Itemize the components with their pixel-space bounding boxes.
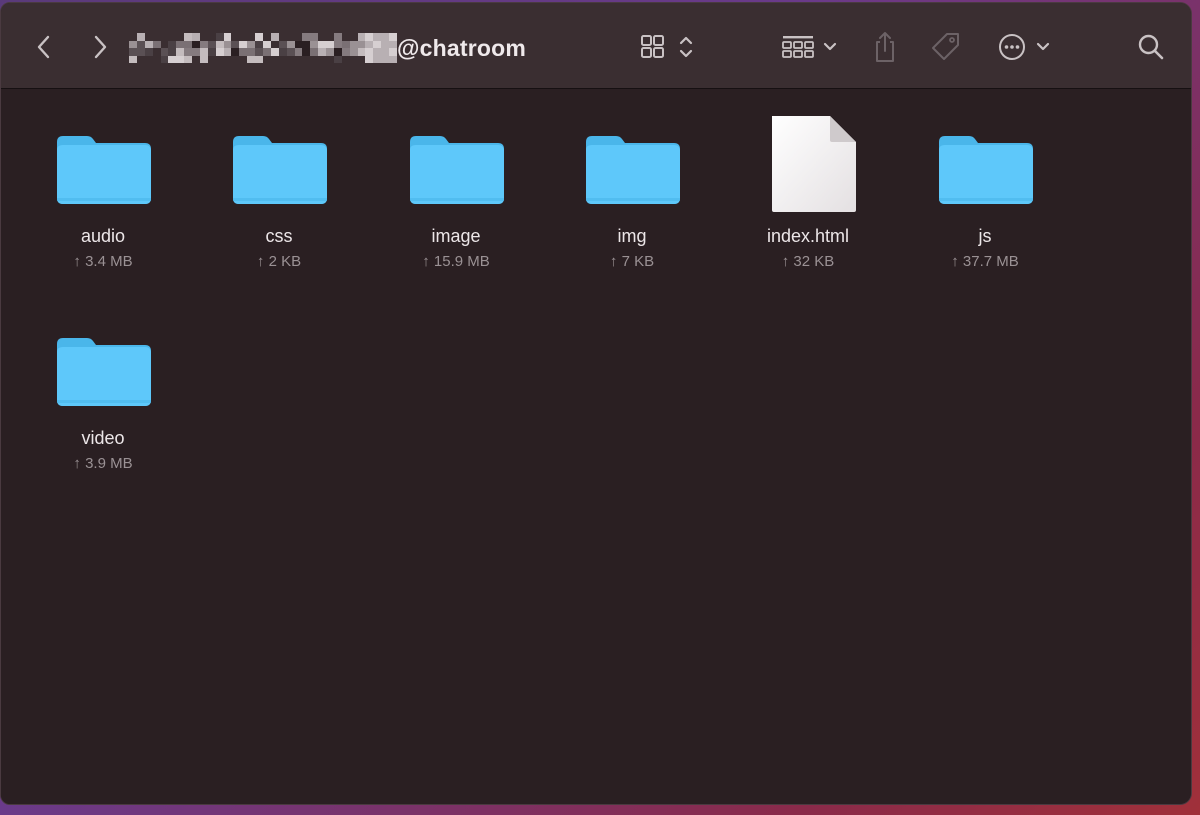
grid-view-icon [641, 35, 693, 58]
item-size: ↑ 15.9 MB [422, 253, 490, 270]
folder-icon [939, 136, 1033, 204]
folder-item[interactable]: image ↑ 15.9 MB [376, 114, 536, 270]
item-name: video [81, 428, 125, 448]
finder-window: @chatroom audio ↑ 3.4 MB css ↑ 2 KB imag… [0, 2, 1192, 805]
item-name: index.html [766, 226, 850, 246]
folder-icon [410, 136, 504, 204]
folder-icon [57, 136, 151, 204]
view-mode-button[interactable] [637, 25, 699, 69]
chevron-left-icon [37, 35, 50, 59]
item-name: js [978, 226, 992, 246]
item-name: css [265, 226, 293, 246]
folder-item[interactable]: video ↑ 3.9 MB [23, 316, 183, 472]
window-title: @chatroom [397, 34, 527, 61]
item-name: audio [80, 226, 126, 246]
search-button[interactable] [1133, 25, 1169, 69]
folder-item[interactable]: img ↑ 7 KB [552, 114, 712, 270]
document-icon [772, 116, 856, 212]
item-size: ↑ 32 KB [781, 253, 835, 270]
group-by-icon [782, 36, 837, 58]
redacted-title-prefix [129, 33, 397, 63]
more-actions-button[interactable] [995, 25, 1053, 69]
folder-item[interactable]: audio ↑ 3.4 MB [23, 114, 183, 270]
share-button[interactable] [867, 25, 903, 69]
tag-button[interactable] [927, 25, 965, 69]
item-name: image [431, 226, 481, 246]
item-size: ↑ 37.7 MB [951, 253, 1019, 270]
file-item[interactable]: index.html ↑ 32 KB [728, 114, 888, 270]
forward-button[interactable] [85, 25, 115, 69]
folder-icon [586, 136, 680, 204]
window-title-area: @chatroom [129, 29, 526, 67]
file-grid: audio ↑ 3.4 MB css ↑ 2 KB image ↑ 15.9 MB img ↑… [1, 90, 1191, 804]
back-button[interactable] [29, 25, 59, 69]
group-by-button[interactable] [779, 25, 841, 69]
folder-item[interactable]: css ↑ 2 KB [199, 114, 359, 270]
item-size: ↑ 7 KB [609, 253, 655, 270]
ellipsis-circle-icon [999, 34, 1050, 60]
chevron-right-icon [94, 35, 107, 59]
toolbar: @chatroom [1, 3, 1191, 89]
item-size: ↑ 3.9 MB [73, 455, 133, 472]
folder-icon [57, 338, 151, 406]
folder-icon [233, 136, 327, 204]
item-name: img [617, 226, 647, 246]
item-size: ↑ 2 KB [256, 253, 302, 270]
tag-icon [932, 33, 959, 60]
share-icon [876, 32, 894, 62]
folder-item[interactable]: js ↑ 37.7 MB [905, 114, 1065, 270]
search-icon [1138, 34, 1164, 60]
item-size: ↑ 3.4 MB [73, 253, 133, 270]
